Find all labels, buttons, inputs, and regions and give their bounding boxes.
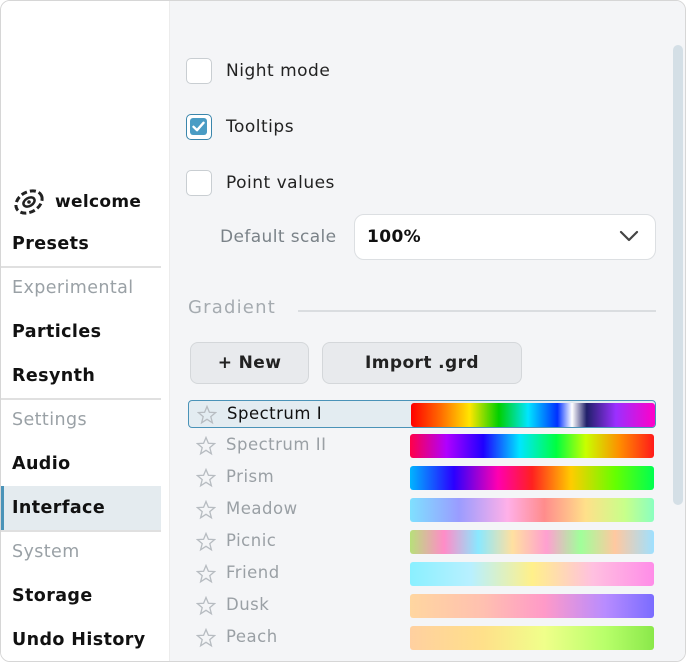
chevron-down-icon (619, 230, 639, 242)
night-mode-checkbox[interactable] (186, 58, 212, 84)
gradient-swatch (410, 434, 654, 458)
gradient-section-title: Gradient (188, 297, 276, 318)
star-icon[interactable] (196, 628, 216, 648)
gradient-swatch (410, 626, 654, 650)
gradient-item-meadow[interactable]: Meadow (188, 496, 656, 524)
default-scale-select[interactable]: 100% (354, 214, 656, 260)
gradient-item-peach[interactable]: Peach (188, 624, 656, 652)
star-icon[interactable] (197, 405, 217, 425)
point-values-label: Point values (226, 173, 335, 193)
sidebar-item-storage[interactable]: Storage (1, 574, 161, 618)
gradient-swatch (410, 562, 654, 586)
sidebar: welcome Presets Experimental Particles R… (1, 1, 170, 661)
star-icon[interactable] (196, 564, 216, 584)
gradient-name: Friend (226, 563, 280, 582)
night-mode-label: Night mode (226, 61, 331, 81)
checkmark-icon (192, 121, 205, 132)
default-scale-value: 100% (367, 227, 422, 247)
gradient-swatch (410, 594, 654, 618)
gradient-item-dusk[interactable]: Dusk (188, 592, 656, 620)
default-scale-label: Default scale (220, 227, 337, 247)
sidebar-section-system: System (12, 542, 80, 562)
gradient-name: Spectrum I (227, 404, 323, 423)
sidebar-section-settings: Settings (12, 410, 87, 430)
gradient-item-picnic[interactable]: Picnic (188, 528, 656, 556)
tooltips-option[interactable]: Tooltips (186, 112, 294, 142)
gradient-item-prism[interactable]: Prism (188, 464, 656, 492)
sidebar-item-interface[interactable]: Interface (1, 486, 161, 530)
night-mode-option[interactable]: Night mode (186, 56, 330, 86)
tooltips-checkbox[interactable] (186, 114, 212, 140)
sidebar-section-experimental: Experimental (12, 278, 134, 298)
star-icon[interactable] (196, 468, 216, 488)
gradient-swatch (410, 498, 654, 522)
star-icon[interactable] (196, 532, 216, 552)
gradient-swatch (410, 466, 654, 490)
sidebar-item-undo-history[interactable]: Undo History (1, 618, 161, 661)
gradient-name: Meadow (226, 499, 298, 518)
sidebar-item-resynth[interactable]: Resynth (1, 354, 161, 398)
gradient-name: Peach (226, 627, 278, 646)
gradient-name: Picnic (226, 531, 277, 550)
scrollbar[interactable] (673, 45, 683, 505)
welcome-label: welcome (55, 192, 142, 212)
star-icon[interactable] (196, 500, 216, 520)
gradient-name: Spectrum II (226, 435, 327, 454)
sidebar-item-presets[interactable]: Presets (1, 222, 161, 266)
welcome-item[interactable]: welcome (13, 187, 141, 217)
sidebar-item-audio[interactable]: Audio (1, 442, 161, 486)
gradient-item-spectrum-ii[interactable]: Spectrum II (188, 432, 656, 460)
app-window: welcome Presets Experimental Particles R… (0, 0, 686, 662)
settings-panel: Night mode Tooltips Point values Default… (170, 1, 685, 661)
new-gradient-button[interactable]: + New (190, 342, 309, 384)
star-icon[interactable] (196, 436, 216, 456)
sidebar-item-particles[interactable]: Particles (1, 310, 161, 354)
gradient-swatch (411, 403, 655, 427)
point-values-checkbox[interactable] (186, 170, 212, 196)
tooltips-label: Tooltips (226, 117, 295, 137)
app-logo-icon (14, 189, 44, 215)
gradient-item-friend[interactable]: Friend (188, 560, 656, 588)
gradient-name: Prism (226, 467, 275, 486)
gradient-item-spectrum-i[interactable]: Spectrum I (188, 400, 656, 428)
gradient-name: Dusk (226, 595, 270, 614)
section-divider (298, 310, 656, 312)
star-icon[interactable] (196, 596, 216, 616)
gradient-swatch (410, 530, 654, 554)
import-grd-button[interactable]: Import .grd (322, 342, 522, 384)
point-values-option[interactable]: Point values (186, 168, 335, 198)
